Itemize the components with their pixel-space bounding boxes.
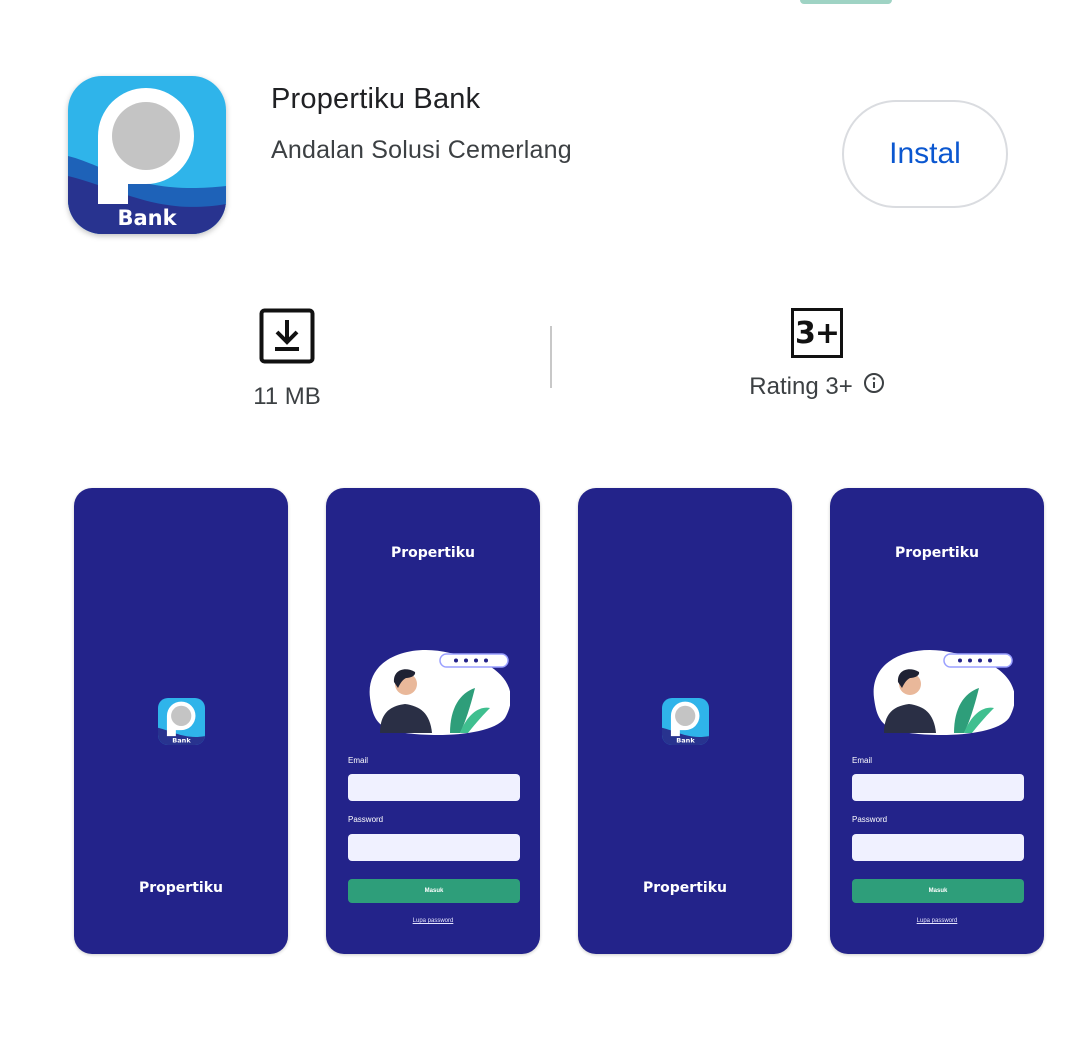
app-icon: Bank [68, 76, 226, 234]
stats-divider [550, 326, 552, 388]
rating-stat[interactable]: 3+ Rating 3+ [717, 308, 917, 401]
splash-title: Propertiku [643, 880, 727, 896]
screenshot-4[interactable]: Propertiku Email Password Masuk Lupa pas… [830, 488, 1044, 954]
login-illustration [369, 650, 510, 735]
info-icon[interactable] [863, 372, 885, 401]
rating-label-row: Rating 3+ [749, 372, 884, 401]
developer-link[interactable]: Andalan Solusi Cemerlang [271, 136, 572, 165]
rating-label: Rating 3+ [749, 372, 853, 400]
email-label: Email [348, 756, 369, 765]
password-field[interactable] [852, 834, 1024, 861]
email-label: Email [852, 756, 873, 765]
top-scroll-indicator [800, 0, 892, 4]
size-label: 11 MB [253, 383, 321, 410]
app-title: Propertiku Bank [271, 83, 481, 115]
splash-icon-label: Bank [172, 737, 191, 745]
screenshot-3[interactable]: Bank Propertiku [578, 488, 792, 954]
forgot-password-link[interactable]: Lupa password [830, 918, 1044, 924]
splash-title: Propertiku [139, 880, 223, 896]
forgot-password-link[interactable]: Lupa password [326, 918, 540, 924]
login-button[interactable]: Masuk [348, 879, 520, 903]
password-label: Password [852, 815, 888, 824]
splash-app-icon: Bank [662, 698, 709, 745]
screenshot-2[interactable]: Propertiku Email Password Masuk Lupa pas… [326, 488, 540, 954]
password-field[interactable] [348, 834, 520, 861]
content-rating-badge: 3+ [791, 308, 843, 358]
size-stat: 11 MB [187, 308, 387, 411]
download-icon [259, 308, 315, 369]
password-label: Password [348, 815, 384, 824]
screenshot-1[interactable]: Bank Propertiku [74, 488, 288, 954]
app-icon-label: Bank [117, 206, 177, 230]
install-button[interactable]: Instal [842, 100, 1008, 208]
splash-app-icon: Bank [158, 698, 205, 745]
email-field[interactable] [348, 774, 520, 801]
login-illustration [873, 650, 1014, 735]
splash-icon-label: Bank [676, 737, 695, 745]
login-title: Propertiku [895, 545, 979, 561]
login-title: Propertiku [391, 545, 475, 561]
login-button[interactable]: Masuk [852, 879, 1024, 903]
email-field[interactable] [852, 774, 1024, 801]
